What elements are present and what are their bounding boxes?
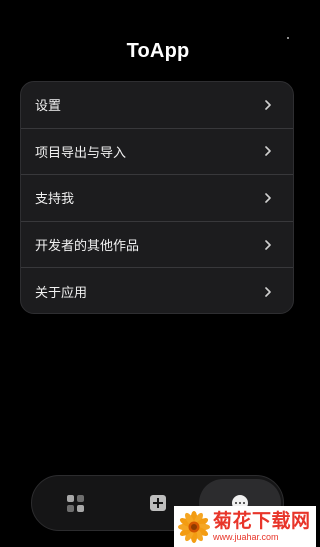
menu-item-about[interactable]: 关于应用 xyxy=(21,268,293,313)
chevron-right-icon xyxy=(264,146,272,157)
status-dot xyxy=(287,37,289,39)
menu-item-label: 支持我 xyxy=(35,192,75,208)
menu-item-settings[interactable]: 设置 xyxy=(21,82,293,129)
chevron-right-icon xyxy=(264,193,272,203)
menu-item-support-me[interactable]: 支持我 xyxy=(21,175,293,222)
menu-item-label: 项目导出与导入 xyxy=(35,145,127,161)
chevron-right-icon xyxy=(264,239,272,250)
menu-item-project-export-import[interactable]: 项目导出与导入 xyxy=(21,129,293,176)
chevron-right-icon xyxy=(264,286,272,297)
menu-item-label: 关于应用 xyxy=(35,286,88,302)
add-square-icon xyxy=(150,495,166,511)
app-title: ToApp xyxy=(126,40,190,62)
flower-logo-icon xyxy=(178,510,210,543)
watermark: 菊花下载网 www.juahar.com xyxy=(174,506,316,547)
menu-item-label: 开发者的其他作品 xyxy=(35,239,140,255)
grid-icon xyxy=(66,494,84,512)
menu-item-other-works[interactable]: 开发者的其他作品 xyxy=(21,222,293,269)
tab-projects[interactable] xyxy=(45,476,105,530)
watermark-name: 菊花下载网 xyxy=(213,509,311,532)
chevron-right-icon xyxy=(264,99,272,110)
settings-menu-card: 设置 项目导出与导入 支持我 开发者的其他作品 关于应用 xyxy=(20,81,294,314)
menu-item-label: 设置 xyxy=(35,99,62,115)
watermark-url: www.juahar.com xyxy=(213,531,279,542)
